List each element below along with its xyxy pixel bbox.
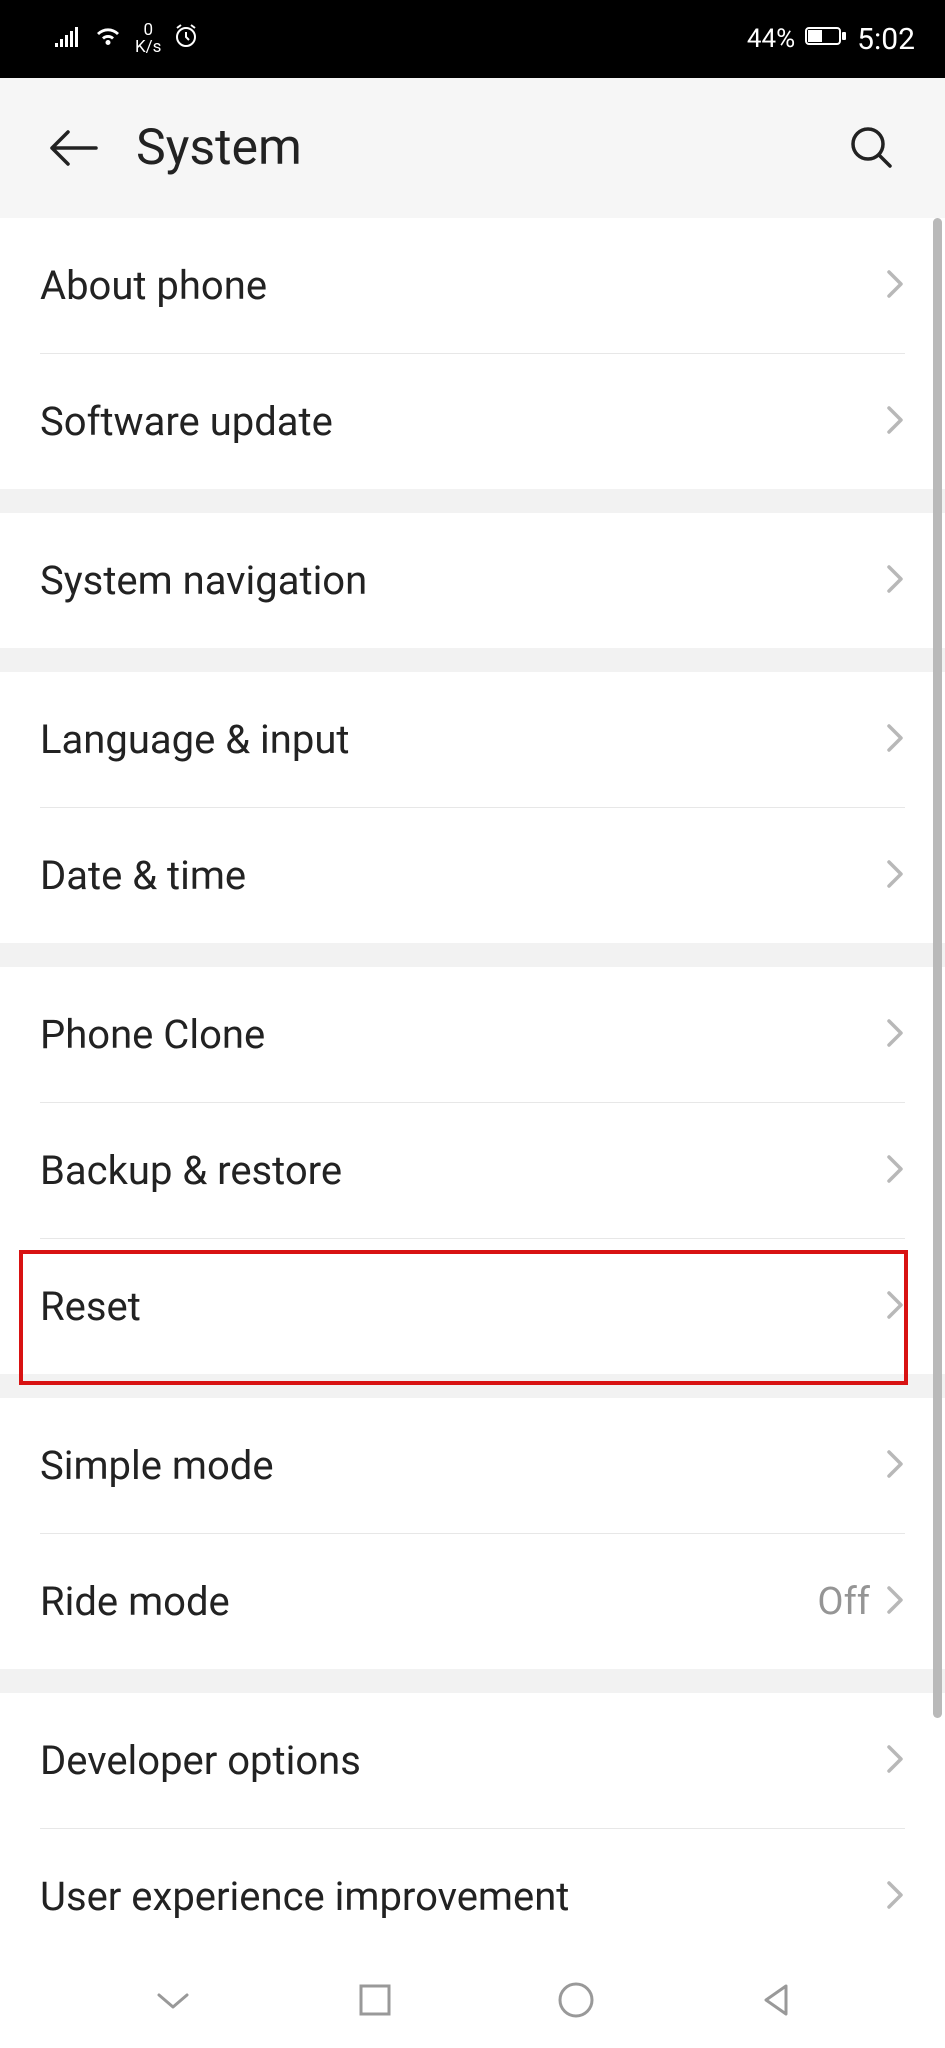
item-label: About phone — [40, 262, 885, 309]
chevron-right-icon — [885, 1153, 905, 1189]
item-label: Software update — [40, 398, 885, 445]
status-bar: 0 K/s 44% 5:02 — [0, 0, 945, 78]
chevron-right-icon — [885, 1879, 905, 1915]
item-label: Date & time — [40, 852, 885, 899]
item-label: Ride mode — [40, 1578, 817, 1625]
chevron-right-icon — [885, 1017, 905, 1053]
item-reset[interactable]: Reset — [0, 1239, 945, 1374]
item-developer-options[interactable]: Developer options — [0, 1693, 945, 1828]
search-button[interactable] — [844, 120, 900, 176]
nav-home-icon[interactable] — [556, 1980, 596, 2024]
nav-back-icon[interactable] — [758, 1982, 794, 2022]
item-label: Simple mode — [40, 1442, 885, 1489]
group-modes: Simple mode Ride mode Off — [0, 1398, 945, 1669]
group-about: About phone Software update — [0, 218, 945, 489]
status-left: 0 K/s — [55, 22, 199, 56]
item-label: Developer options — [40, 1737, 885, 1784]
item-date-time[interactable]: Date & time — [0, 808, 945, 943]
nav-recent-icon[interactable] — [357, 1982, 393, 2022]
chevron-right-icon — [885, 563, 905, 599]
settings-list: About phone Software update System navig… — [0, 218, 945, 1964]
item-label: Reset — [40, 1283, 885, 1330]
item-simple-mode[interactable]: Simple mode — [0, 1398, 945, 1533]
item-about-phone[interactable]: About phone — [0, 218, 945, 353]
nav-hide-icon[interactable] — [151, 1985, 195, 2019]
network-speed: 0 K/s — [135, 22, 161, 56]
alarm-icon — [173, 23, 199, 56]
item-label: Backup & restore — [40, 1147, 885, 1194]
page-title: System — [136, 119, 809, 177]
header: System — [0, 78, 945, 218]
status-right: 44% 5:02 — [747, 22, 915, 57]
navigation-bar — [0, 1956, 945, 2048]
chevron-right-icon — [885, 858, 905, 894]
item-label: User experience improvement — [40, 1873, 885, 1920]
clock-text: 5:02 — [857, 22, 915, 57]
item-language-input[interactable]: Language & input — [0, 672, 945, 807]
group-locale: Language & input Date & time — [0, 672, 945, 943]
wifi-icon — [93, 24, 123, 54]
item-label: Language & input — [40, 716, 885, 763]
item-label: System navigation — [40, 557, 885, 604]
chevron-right-icon — [885, 268, 905, 304]
chevron-right-icon — [885, 1448, 905, 1484]
item-user-experience[interactable]: User experience improvement — [0, 1829, 945, 1964]
signal-icon — [55, 24, 81, 54]
back-button[interactable] — [45, 120, 101, 176]
battery-percent: 44% — [747, 24, 795, 54]
chevron-right-icon — [885, 1584, 905, 1620]
group-backup: Phone Clone Backup & restore Reset — [0, 967, 945, 1374]
chevron-right-icon — [885, 722, 905, 758]
item-value: Off — [817, 1580, 870, 1624]
battery-icon — [805, 24, 847, 54]
chevron-right-icon — [885, 1289, 905, 1325]
chevron-right-icon — [885, 1743, 905, 1779]
item-label: Phone Clone — [40, 1011, 885, 1058]
item-phone-clone[interactable]: Phone Clone — [0, 967, 945, 1102]
item-system-navigation[interactable]: System navigation — [0, 513, 945, 648]
item-ride-mode[interactable]: Ride mode Off — [0, 1534, 945, 1669]
chevron-right-icon — [885, 404, 905, 440]
group-developer: Developer options User experience improv… — [0, 1693, 945, 1964]
scroll-indicator — [933, 218, 942, 1718]
item-software-update[interactable]: Software update — [0, 354, 945, 489]
group-navigation: System navigation — [0, 513, 945, 648]
item-backup-restore[interactable]: Backup & restore — [0, 1103, 945, 1238]
